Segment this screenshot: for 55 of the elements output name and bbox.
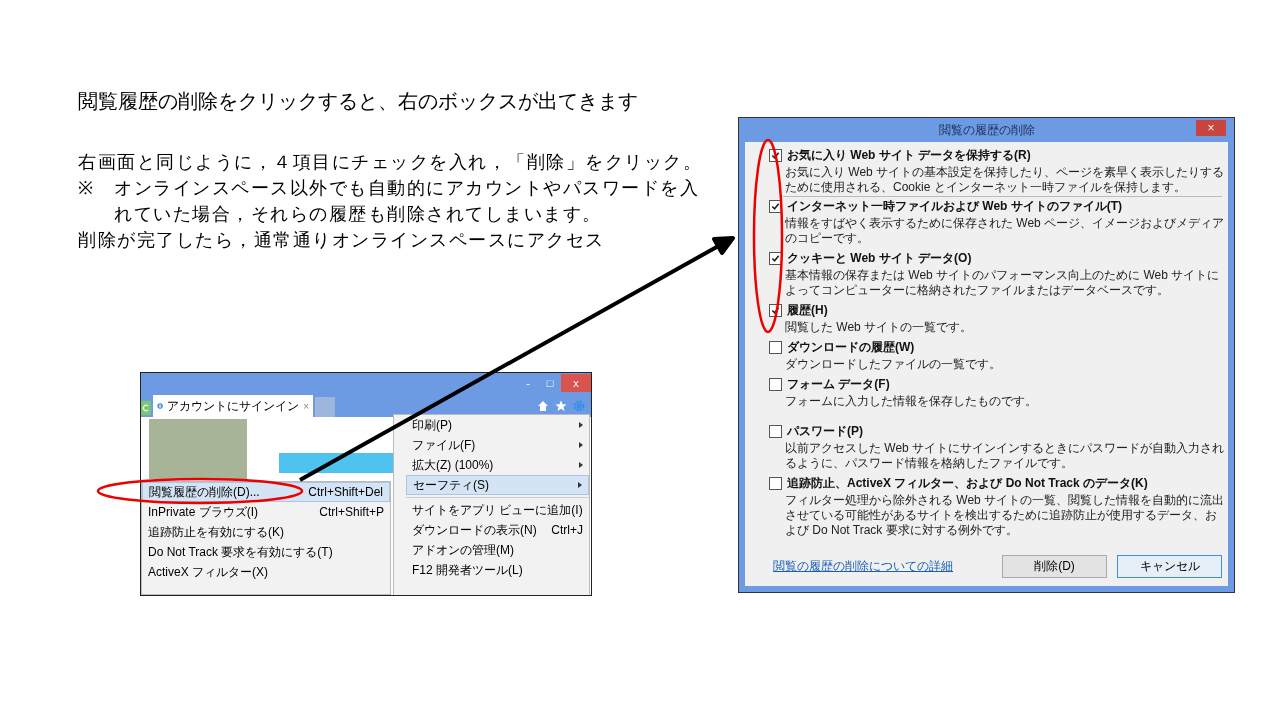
details-link[interactable]: 閲覧の履歴の削除についての詳細 bbox=[773, 558, 953, 575]
option-description: フォームに入力した情報を保存したものです。 bbox=[785, 394, 1038, 409]
option-description: フィルター処理から除外される Web サイトの一覧、閲覧した情報を自動的に流出させている可能性があるサイトを検出するために追跡防止が使用するデータ、および Do Not Track 要求に対する例外です。 bbox=[785, 493, 1225, 538]
option-label: 履歴(H) bbox=[787, 302, 828, 319]
option-label: インターネット一時ファイルおよび Web サイトのファイル(T) bbox=[787, 198, 1123, 215]
menu-item[interactable]: ダウンロードの表示(N) Ctrl+J bbox=[406, 520, 589, 540]
checkbox[interactable] bbox=[769, 341, 782, 354]
slide-heading: 閲覧履歴の削除をクリックすると、右のボックスが出てきます bbox=[78, 89, 639, 114]
tab-title: アカウントにサインイン bbox=[167, 397, 300, 415]
option-label: フォーム データ(F) bbox=[787, 376, 890, 393]
refresh-icon[interactable] bbox=[141, 399, 151, 417]
submenu-arrow-icon bbox=[579, 462, 583, 468]
note-text: オンラインスペース以外でも自動的にアカウントやパスワードを入れていた場合，それらの履歴も削除されてしまいます。 bbox=[114, 177, 700, 226]
menu-item[interactable]: 拡大(Z) (100%) bbox=[406, 455, 589, 475]
option-label: パスワード(P) bbox=[787, 423, 863, 440]
option-label: 追跡防止、ActiveX フィルター、および Do Not Track のデータ(K) bbox=[787, 475, 1148, 492]
globe-icon bbox=[157, 400, 164, 412]
menu-item[interactable]: 閲覧履歴の削除(D)... Ctrl+Shift+Del bbox=[142, 482, 390, 502]
submenu-arrow-icon bbox=[578, 482, 582, 488]
menu-item[interactable]: アドオンの管理(M) bbox=[406, 540, 589, 560]
menu-item[interactable]: Do Not Track 要求を有効にする(T) bbox=[142, 542, 390, 562]
dialog-button[interactable]: 削除(D) bbox=[1002, 555, 1107, 578]
home-icon[interactable] bbox=[537, 400, 549, 412]
star-icon[interactable] bbox=[555, 400, 567, 412]
instruction-text: 削除が完了したら，通常通りオンラインスペースにアクセス bbox=[78, 229, 606, 252]
dialog-title: 閲覧の履歴の削除 bbox=[938, 121, 1035, 139]
checkbox[interactable] bbox=[769, 425, 782, 438]
option-description: 基本情報の保存または Web サイトのパフォーマンス向上のために Web サイトによってコンピューターに格納されたファイルまたはデータベースです。 bbox=[785, 268, 1221, 298]
menu-item[interactable]: 印刷(P) bbox=[406, 415, 589, 435]
option-description: 以前アクセスした Web サイトにサインインするときにパスワードが自動入力されるように、パスワード情報を格納したファイルです。 bbox=[785, 441, 1225, 471]
instruction-text: 右画面と同じように，４項目にチェックを入れ，「削除」をクリック。 bbox=[78, 151, 703, 174]
submenu-arrow-icon bbox=[579, 442, 583, 448]
dialog-button[interactable]: キャンセル bbox=[1117, 555, 1222, 578]
option-description: ダウンロードしたファイルの一覧です。 bbox=[785, 357, 1002, 372]
browser-tab[interactable]: アカウントにサインイン × bbox=[153, 395, 313, 417]
submenu-arrow-icon bbox=[579, 422, 583, 428]
checkbox[interactable] bbox=[769, 477, 782, 490]
option-description: お気に入り Web サイトの基本設定を保持したり、ページを素早く表示したりするために使用される、Cookie とインターネット一時ファイルを保持します。 bbox=[785, 165, 1225, 195]
option-label: クッキーと Web サイト データ(O) bbox=[787, 250, 972, 267]
option-label: お気に入り Web サイト データを保持する(R) bbox=[787, 147, 1031, 164]
menu-item[interactable]: ファイル(F) bbox=[406, 435, 589, 455]
option-description: 閲覧した Web サイトの一覧です。 bbox=[785, 320, 974, 335]
menu-item[interactable]: 追跡防止を有効にする(K) bbox=[142, 522, 390, 542]
menu-item[interactable]: F12 開発者ツール(L) bbox=[406, 560, 589, 580]
close-button[interactable]: × bbox=[1196, 120, 1226, 136]
tab-close-button[interactable]: × bbox=[303, 400, 309, 412]
option-description: 情報をすばやく表示するために保存された Web ページ、イメージおよびメディアのコピーです。 bbox=[785, 216, 1225, 246]
checkbox[interactable] bbox=[769, 378, 782, 391]
menu-item[interactable]: セーフティ(S) bbox=[406, 475, 589, 495]
note-mark: ※ bbox=[78, 177, 96, 200]
menu-item[interactable]: サイトをアプリ ビューに追加(I) bbox=[406, 500, 589, 520]
option-label: ダウンロードの履歴(W) bbox=[787, 339, 915, 356]
menu-item[interactable]: InPrivate ブラウズ(I) Ctrl+Shift+P bbox=[142, 502, 390, 522]
menu-item[interactable]: ActiveX フィルター(X) bbox=[142, 562, 390, 582]
window-control-button[interactable]: x bbox=[561, 374, 591, 392]
